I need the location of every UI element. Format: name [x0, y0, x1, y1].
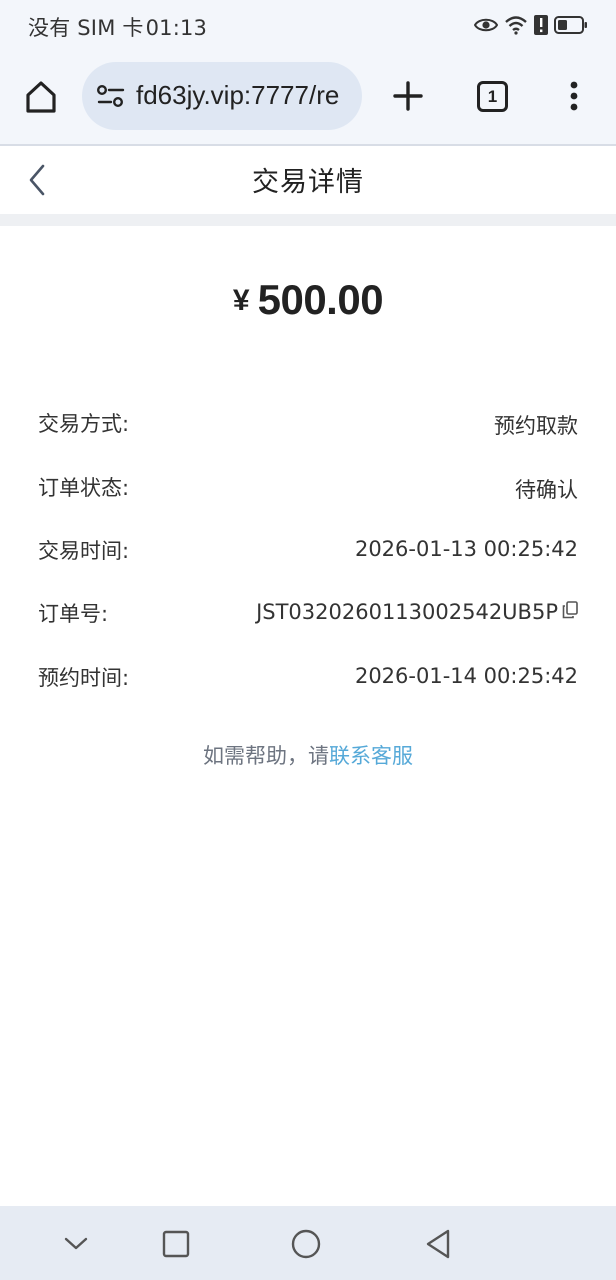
help-prefix: 如需帮助，请	[203, 744, 329, 768]
copy-icon[interactable]	[562, 600, 578, 624]
detail-label: 订单号:	[38, 602, 109, 626]
detail-value: 预约取款	[494, 414, 578, 438]
detail-row-method: 交易方式: 预约取款	[38, 408, 578, 444]
detail-label: 交易方式:	[38, 412, 130, 436]
detail-row-reserve-time: 预约时间: 2026-01-14 00:25:42	[38, 662, 578, 698]
detail-row-time: 交易时间: 2026-01-13 00:25:42	[38, 535, 578, 571]
browser-toolbar: fd63jy.vip:7777/re 1	[0, 52, 616, 144]
detail-label: 交易时间:	[38, 539, 130, 563]
back-triangle-icon	[426, 1229, 450, 1259]
page: 没有 SIM 卡01:13 fd63jy.vip:7777/re 1 交易详情 …	[0, 0, 616, 1280]
url-text[interactable]: fd63jy.vip:7777/re	[136, 80, 362, 114]
home-icon	[26, 81, 56, 113]
currency-symbol: ¥	[232, 284, 250, 317]
wifi-icon	[504, 15, 528, 35]
alert-icon	[534, 14, 548, 36]
help-text: 如需帮助，请联系客服	[0, 740, 616, 770]
system-nav-bar	[0, 1206, 616, 1280]
new-tab-icon	[393, 81, 423, 111]
site-settings-icon[interactable]	[96, 84, 126, 112]
chevron-down-icon	[64, 1237, 88, 1250]
nav-collapse-button[interactable]	[60, 1228, 92, 1260]
nav-home-button[interactable]	[290, 1228, 322, 1260]
home-button[interactable]	[18, 74, 64, 120]
eye-icon	[474, 16, 498, 34]
clock-time: 01:13	[145, 16, 208, 40]
status-left: 没有 SIM 卡01:13	[28, 12, 207, 42]
home-circle-icon	[291, 1229, 321, 1259]
order-id-text: JST0320260113002542UB5P	[256, 600, 558, 624]
page-header: 交易详情	[0, 146, 616, 214]
detail-value: 待确认	[515, 478, 578, 502]
detail-value: 2026-01-14 00:25:42	[354, 664, 578, 688]
battery-icon	[554, 15, 588, 35]
tabs-button[interactable]: 1	[477, 81, 508, 112]
carrier-text: 没有 SIM 卡	[28, 16, 144, 40]
detail-label: 预约时间:	[38, 666, 130, 690]
nav-recents-button[interactable]	[160, 1228, 192, 1260]
order-id-value: JST0320260113002542UB5P	[256, 600, 578, 624]
transaction-amount: ¥500.00	[0, 276, 616, 324]
address-bar[interactable]: fd63jy.vip:7777/re	[82, 62, 362, 130]
more-menu-button[interactable]	[562, 78, 586, 118]
detail-label: 订单状态:	[38, 476, 130, 500]
status-bar: 没有 SIM 卡01:13	[0, 0, 616, 52]
amount-value: 500.00	[257, 276, 384, 323]
new-tab-button[interactable]	[388, 76, 428, 116]
contact-support-link[interactable]: 联系客服	[329, 744, 413, 768]
header-separator	[0, 214, 616, 226]
status-icons	[474, 12, 588, 38]
detail-row-order-id: 订单号: JST0320260113002542UB5P	[38, 598, 578, 634]
recents-square-icon	[162, 1230, 190, 1258]
nav-back-button[interactable]	[422, 1228, 454, 1260]
detail-row-status: 订单状态: 待确认	[38, 472, 578, 508]
more-menu-icon	[570, 81, 578, 111]
page-title: 交易详情	[252, 167, 364, 198]
detail-value: 2026-01-13 00:25:42	[354, 537, 578, 561]
